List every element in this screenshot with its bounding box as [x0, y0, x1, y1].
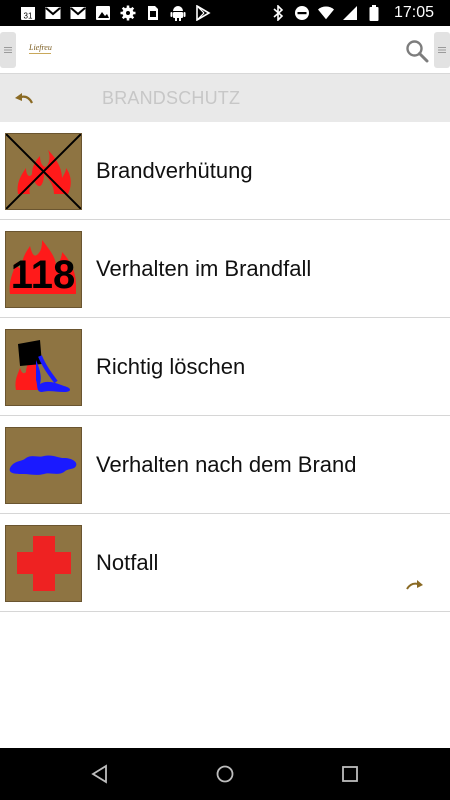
forward-arrow-icon: [406, 578, 424, 590]
photo-icon: [95, 5, 111, 21]
options-menu-button[interactable]: [434, 32, 450, 68]
nav-back-button[interactable]: [90, 764, 110, 784]
app-logo[interactable]: Liefreu: [27, 42, 55, 58]
list-item-label: Verhalten nach dem Brand: [96, 452, 357, 477]
svg-text:31: 31: [24, 12, 33, 21]
list-item[interactable]: Richtig löschen: [0, 318, 450, 416]
list-item[interactable]: Notfall: [0, 514, 450, 612]
recents-icon: [342, 766, 358, 782]
battery-icon: [366, 5, 382, 21]
no-fire-icon: [5, 133, 82, 210]
gmail-icon: [70, 5, 86, 21]
settings-icon: [120, 5, 136, 21]
system-nav-bar: [0, 748, 450, 800]
list-item-label: Richtig löschen: [96, 354, 246, 379]
gmail-icon: [45, 5, 61, 21]
water-puddle-icon: [5, 427, 82, 504]
extinguish-icon: [5, 329, 82, 406]
back-arrow-icon: [15, 93, 33, 104]
list-item-label: Brandverhütung: [96, 158, 253, 183]
clock: 17:05: [393, 4, 434, 21]
section-title: BRANDSCHUTZ: [102, 88, 241, 108]
do-not-disturb-icon: [294, 5, 310, 21]
sim-icon: [145, 5, 161, 21]
svg-text:118: 118: [11, 253, 76, 297]
first-aid-cross-icon: [5, 525, 82, 602]
emergency-118-icon: 118: [5, 231, 82, 308]
home-icon: [216, 765, 234, 783]
search-button[interactable]: [405, 39, 429, 63]
android-icon: [170, 5, 186, 21]
nav-recents-button[interactable]: [340, 764, 360, 784]
list-item[interactable]: Brandverhütung: [0, 122, 450, 220]
list-item-label: Notfall: [96, 550, 159, 575]
play-store-icon: [195, 5, 211, 21]
signal-icon: [342, 5, 358, 21]
drawer-menu-button[interactable]: [0, 32, 16, 68]
status-bar: 31 17:05: [0, 0, 450, 26]
list-item-label: Verhalten im Brandfall: [96, 256, 312, 281]
back-button[interactable]: [14, 90, 34, 106]
wifi-icon: [317, 5, 334, 21]
calendar-icon: 31: [20, 5, 36, 21]
app-toolbar: Liefreu: [0, 26, 450, 74]
section-header: BRANDSCHUTZ: [0, 74, 450, 122]
menu-icon: [438, 47, 446, 53]
search-icon: [406, 40, 429, 63]
list-item[interactable]: Verhalten nach dem Brand: [0, 416, 450, 514]
nav-home-button[interactable]: [215, 764, 235, 784]
bluetooth-icon: [270, 5, 286, 21]
notification-icons: 31: [0, 5, 211, 21]
menu-icon: [4, 47, 12, 53]
system-icons: 17:05: [270, 4, 450, 22]
list-item[interactable]: 118 Verhalten im Brandfall: [0, 220, 450, 318]
topic-list: Brandverhütung 118 Verhalten im Brandfal…: [0, 122, 450, 612]
back-icon: [91, 764, 107, 784]
